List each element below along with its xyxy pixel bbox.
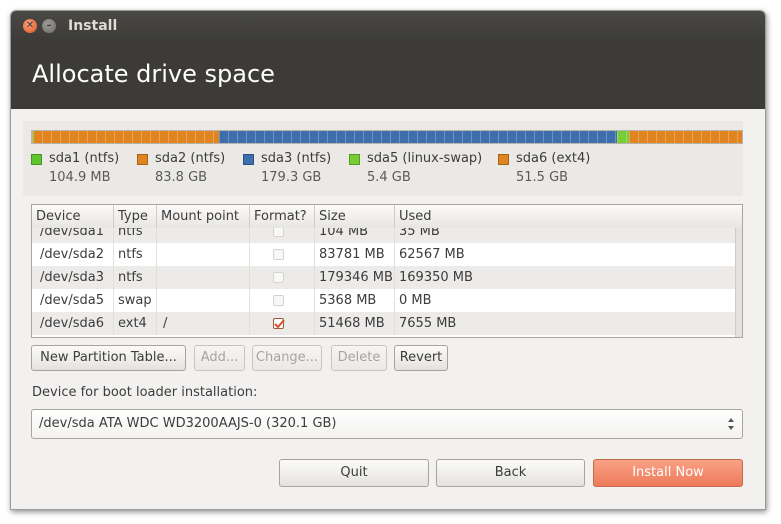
title-bar: ✕ – Install xyxy=(11,11,765,41)
table-row[interactable]: /dev/sda6 ext4 / 51468 MB 7655 MB xyxy=(32,312,738,335)
cell-size: 179346 MB xyxy=(315,266,395,289)
legend-swatch xyxy=(31,154,42,165)
cell-used: 35 MB xyxy=(399,228,440,239)
partition-bar xyxy=(31,130,743,144)
legend-name: sda6 (ext4) xyxy=(516,151,591,166)
cell-mount xyxy=(157,228,250,243)
table-scrollbar[interactable] xyxy=(735,228,742,337)
cell-size: 51468 MB xyxy=(315,312,395,335)
table-body: /dev/sda1 ntfs 104 MB 35 MB /dev/sda2 nt… xyxy=(32,228,738,337)
delete-partition-button[interactable]: Delete xyxy=(331,345,387,371)
install-now-button[interactable]: Install Now xyxy=(593,459,743,487)
add-partition-button[interactable]: Add... xyxy=(194,345,245,371)
legend-size: 104.9 MB xyxy=(49,170,111,185)
format-checkbox[interactable] xyxy=(273,318,285,329)
revert-button[interactable]: Revert xyxy=(394,345,448,371)
format-checkbox[interactable] xyxy=(273,272,284,283)
column-header-size[interactable]: Size xyxy=(315,205,395,228)
page-header: Allocate drive space xyxy=(11,41,765,109)
cell-used: 0 MB xyxy=(399,293,432,308)
partition-segment-sda2 xyxy=(33,131,219,143)
quit-button[interactable]: Quit xyxy=(279,459,429,487)
partition-overview: sda1 (ntfs) 104.9 MB sda2 (ntfs) 83.8 GB… xyxy=(23,121,743,196)
legend-swatch xyxy=(243,154,254,165)
table-row[interactable]: /dev/sda2 ntfs 83781 MB 62567 MB xyxy=(32,243,738,266)
cell-mount xyxy=(157,289,250,312)
cell-mount: / xyxy=(157,312,250,335)
change-partition-button[interactable]: Change... xyxy=(252,345,322,371)
legend-name: sda3 (ntfs) xyxy=(261,151,332,166)
legend-size: 51.5 GB xyxy=(516,170,569,185)
cell-format xyxy=(250,228,315,243)
cell-used: 169350 MB xyxy=(399,270,473,285)
legend-size: 83.8 GB xyxy=(155,170,208,185)
back-button[interactable]: Back xyxy=(436,459,585,487)
page-title: Allocate drive space xyxy=(32,60,275,88)
partition-legend: sda1 (ntfs) 104.9 MB sda2 (ntfs) 83.8 GB… xyxy=(31,151,743,191)
cell-device: /dev/sda6 xyxy=(32,312,114,335)
bootloader-device-select[interactable]: /dev/sda ATA WDC WD3200AAJS-0 (320.1 GB) xyxy=(31,409,743,439)
format-checkbox[interactable] xyxy=(273,295,284,306)
close-window-button[interactable]: ✕ xyxy=(23,19,37,33)
column-header-device[interactable]: Device xyxy=(32,205,114,228)
legend-name: sda2 (ntfs) xyxy=(155,151,226,166)
partition-table: Device Type Mount point Format? Size Use… xyxy=(31,204,743,338)
minimize-window-button[interactable]: – xyxy=(42,19,56,33)
legend-swatch xyxy=(137,154,148,165)
cell-mount xyxy=(157,266,250,289)
legend-size: 179.3 GB xyxy=(261,170,322,185)
cell-size: 5368 MB xyxy=(315,289,395,312)
updown-arrows-icon xyxy=(728,418,734,430)
format-checkbox[interactable] xyxy=(273,249,284,260)
cell-format xyxy=(250,312,315,335)
cell-format xyxy=(250,266,315,289)
column-header-used[interactable]: Used xyxy=(395,205,742,228)
format-checkbox[interactable] xyxy=(273,228,284,237)
cell-mount xyxy=(157,243,250,266)
cell-type: ext4 xyxy=(114,312,157,335)
installer-window: ✕ – Install Allocate drive space sda1 (n… xyxy=(10,10,766,510)
cell-used: 7655 MB xyxy=(399,316,457,331)
cell-size: 83781 MB xyxy=(315,243,395,266)
cell-device: /dev/sda2 xyxy=(32,243,114,266)
window-title: Install xyxy=(68,18,118,34)
cell-format xyxy=(250,289,315,312)
column-header-mount-point[interactable]: Mount point xyxy=(157,205,250,228)
column-header-format[interactable]: Format? xyxy=(250,205,315,228)
cell-size: 104 MB xyxy=(315,228,395,243)
cell-device: /dev/sda5 xyxy=(32,289,114,312)
bootloader-selected-value: /dev/sda ATA WDC WD3200AAJS-0 (320.1 GB) xyxy=(39,416,337,431)
legend-size: 5.4 GB xyxy=(367,170,411,185)
legend-name: sda5 (linux-swap) xyxy=(367,151,483,166)
table-row[interactable]: /dev/sda5 swap 5368 MB 0 MB xyxy=(32,289,738,312)
partition-segment-sda5 xyxy=(616,131,629,143)
legend-swatch xyxy=(498,154,509,165)
legend-swatch xyxy=(349,154,360,165)
new-partition-table-button[interactable]: New Partition Table... xyxy=(31,345,186,371)
column-header-type[interactable]: Type xyxy=(114,205,157,228)
table-row[interactable]: /dev/sda3 ntfs 179346 MB 169350 MB xyxy=(32,266,738,289)
table-row[interactable]: /dev/sda1 ntfs 104 MB 35 MB xyxy=(32,228,738,243)
cell-used: 62567 MB xyxy=(399,247,465,262)
cell-device: /dev/sda3 xyxy=(32,266,114,289)
partition-segment-sda3 xyxy=(218,131,617,143)
cell-type: swap xyxy=(114,289,157,312)
cell-device: /dev/sda1 xyxy=(32,228,114,243)
partition-segment-sda6 xyxy=(628,131,742,143)
legend-name: sda1 (ntfs) xyxy=(49,151,120,166)
bootloader-label: Device for boot loader installation: xyxy=(32,385,258,400)
cell-type: ntfs xyxy=(114,266,157,289)
table-header: Device Type Mount point Format? Size Use… xyxy=(32,205,742,229)
cell-type: ntfs xyxy=(114,228,157,243)
cell-type: ntfs xyxy=(114,243,157,266)
cell-format xyxy=(250,243,315,266)
